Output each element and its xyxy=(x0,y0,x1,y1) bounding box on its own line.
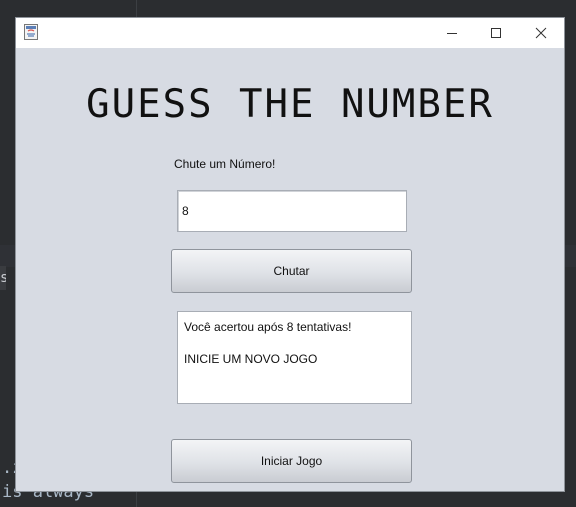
guess-button[interactable]: Chutar xyxy=(171,249,412,293)
minimize-icon xyxy=(447,33,457,34)
java-icon xyxy=(24,24,38,40)
minimize-button[interactable] xyxy=(430,18,474,48)
guess-prompt-label: Chute um Número! xyxy=(174,157,276,171)
result-output-area[interactable]: Você acertou após 8 tentativas! INICIE U… xyxy=(177,311,412,404)
page-title: GUESS THE NUMBER xyxy=(86,82,494,127)
guess-input[interactable]: 8 xyxy=(177,190,407,232)
app-window: GUESS THE NUMBER Chute um Número! 8 Chut… xyxy=(15,17,565,492)
result-message: Você acertou após 8 tentativas! xyxy=(184,320,352,334)
close-icon xyxy=(535,27,547,39)
new-game-message: INICIE UM NOVO JOGO xyxy=(184,352,318,366)
editor-fragment: s xyxy=(0,266,6,290)
title-bar[interactable] xyxy=(16,18,564,48)
maximize-button[interactable] xyxy=(474,18,518,48)
maximize-icon xyxy=(491,28,501,38)
game-panel: GUESS THE NUMBER Chute um Número! 8 Chut… xyxy=(16,48,564,491)
start-game-button[interactable]: Iniciar Jogo xyxy=(171,439,412,483)
close-button[interactable] xyxy=(519,18,563,48)
